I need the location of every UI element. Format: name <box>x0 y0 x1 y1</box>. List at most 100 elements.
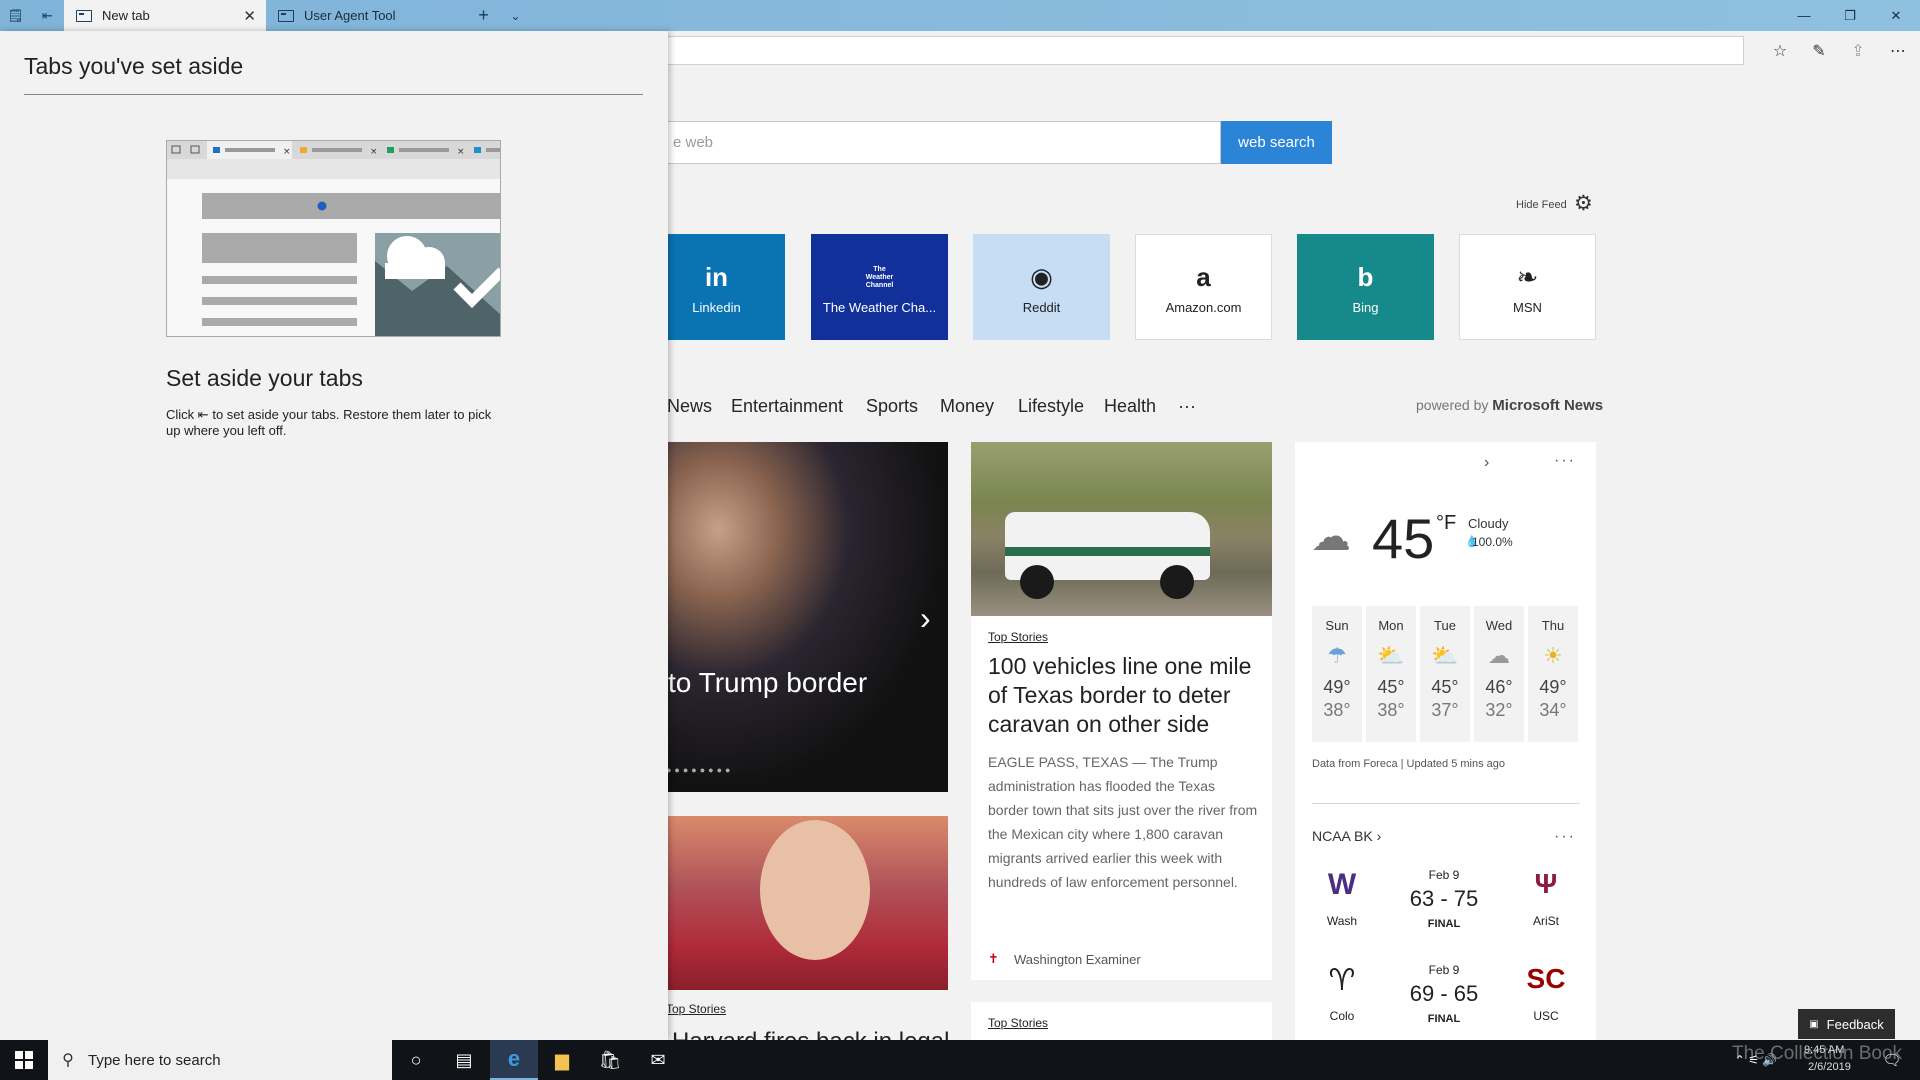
svg-text:×: × <box>457 147 465 157</box>
tab-new-tab[interactable]: New tab ✕ <box>64 0 266 31</box>
web-note-pen-icon[interactable]: ✎ <box>1807 39 1831 63</box>
chevron-right-icon[interactable]: › <box>1484 454 1489 472</box>
site-label: The Weather Cha... <box>822 299 937 315</box>
feedback-icon: ▣ <box>1809 1018 1819 1030</box>
site-label: MSN <box>1513 299 1542 315</box>
mail-icon[interactable]: ✉ <box>634 1040 682 1080</box>
news-category-tab[interactable]: Money <box>940 396 994 417</box>
file-explorer-icon[interactable]: ▆ <box>538 1040 586 1080</box>
web-search-button[interactable]: web search <box>1221 121 1332 164</box>
more-icon[interactable]: ⋯ <box>1886 39 1910 63</box>
hide-feed-link[interactable]: Hide Feed <box>1516 199 1567 211</box>
desc-text: Click <box>166 407 195 422</box>
ncaa-label: NCAA BK <box>1312 828 1373 844</box>
site-logo-icon: b <box>1357 262 1374 292</box>
windows-logo-icon <box>15 1051 33 1069</box>
low-temp: 32° <box>1485 700 1513 720</box>
vehicle-wheel <box>1160 565 1194 599</box>
forecast-day[interactable]: Wed ☁ 46° 32° <box>1474 606 1524 742</box>
svg-text:×: × <box>370 147 378 157</box>
weather-condition: Cloudy <box>1468 516 1509 531</box>
clock-date[interactable]: 2/6/2019 <box>1808 1061 1851 1073</box>
story-image-person <box>760 820 870 960</box>
carousel-dots[interactable]: ●●●●●●●● <box>666 765 734 775</box>
top-site-tile[interactable]: a Amazon.com <box>1135 234 1272 340</box>
news-category-tab[interactable]: Lifestyle <box>1018 396 1084 417</box>
site-logo-icon: a <box>1196 262 1211 292</box>
site-label: Reddit <box>1022 299 1061 315</box>
minimize-icon[interactable]: — <box>1781 0 1827 31</box>
top-site-tile[interactable]: The Weather Channel The Weather Cha... <box>811 234 948 340</box>
taskbar-search-box[interactable]: ⚲ Type here to search <box>48 1040 392 1080</box>
forecast-day[interactable]: Tue ⛅ 45° 37° <box>1420 606 1470 742</box>
top-site-tile[interactable]: ❧ MSN <box>1459 234 1596 340</box>
tabs-aside-icon[interactable]: 🗒 <box>0 0 31 31</box>
forecast-day[interactable]: Thu ☀ 49° 34° <box>1528 606 1578 742</box>
weather-source: Data from Foreca | Updated 5 mins ago <box>1312 758 1506 770</box>
story-category[interactable]: Top Stories <box>988 630 1048 644</box>
set-aside-description: Click ⇤ to set aside your tabs. Restore … <box>166 407 496 439</box>
set-aside-illustration: × × × <box>166 140 501 337</box>
clock-time[interactable]: 9:45 AM <box>1804 1044 1844 1056</box>
web-search-input[interactable]: e web <box>600 121 1221 164</box>
new-tab-favicon-icon <box>76 9 92 22</box>
cloud-icon: ☁ <box>1311 515 1351 559</box>
tab-strip: 🗒 ⇤ New tab ✕ User Agent Tool + ⌄ — ❐ ✕ <box>0 0 1920 31</box>
team-name: AriSt <box>1532 914 1559 928</box>
hero-story-image[interactable] <box>620 442 948 792</box>
restore-icon[interactable]: ❐ <box>1827 0 1873 31</box>
feedback-button[interactable]: ▣ Feedback <box>1798 1009 1895 1039</box>
top-site-tile[interactable]: b Bing <box>1297 234 1434 340</box>
edge-icon[interactable]: e <box>490 1040 538 1080</box>
day-name: Mon <box>1378 618 1404 633</box>
hero-story-title[interactable]: to Trump border <box>668 667 867 699</box>
news-category-tab[interactable]: Health <box>1104 396 1156 417</box>
game-status: FINAL <box>1427 918 1461 930</box>
team-name: Colo <box>1329 1009 1355 1023</box>
news-category-tab[interactable]: Entertainment <box>731 396 843 417</box>
chevron-right-icon[interactable]: › <box>920 600 931 637</box>
cortana-icon[interactable]: ○ <box>392 1040 440 1080</box>
news-category-tab[interactable]: Sports <box>866 396 918 417</box>
set-aside-tabs-icon[interactable]: ⇤ <box>32 0 63 31</box>
site-label: Bing <box>1352 299 1379 315</box>
more-options-icon[interactable]: ··· <box>1554 452 1576 470</box>
story-source[interactable]: Washington Examiner <box>1014 952 1141 967</box>
low-temp: 34° <box>1539 700 1567 720</box>
site-logo-icon: ❧ <box>1516 262 1539 292</box>
more-categories-icon[interactable]: ··· <box>1178 396 1196 417</box>
address-input[interactable] <box>660 36 1744 65</box>
temperature-unit[interactable]: °F <box>1436 512 1456 535</box>
tab-preview-chevron-icon[interactable]: ⌄ <box>500 0 531 31</box>
team-name: USC <box>1533 1009 1559 1023</box>
story-title[interactable]: 100 vehicles line one mile of Texas bord… <box>988 652 1258 739</box>
new-tab-plus-icon[interactable]: + <box>468 0 499 31</box>
start-windows-icon[interactable] <box>0 1040 48 1080</box>
search-icon: ⚲ <box>62 1052 74 1069</box>
story-category[interactable]: Top Stories <box>988 1016 1048 1030</box>
source-logo-icon: ✝ <box>988 951 999 966</box>
story-category[interactable]: Top Stories <box>666 1002 726 1016</box>
news-category-tab[interactable]: News <box>667 396 712 417</box>
more-options-icon[interactable]: ··· <box>1554 828 1576 846</box>
close-tab-icon[interactable]: ✕ <box>243 7 256 25</box>
task-view-icon[interactable]: ▤ <box>440 1040 488 1080</box>
gear-icon[interactable]: ⚙ <box>1574 193 1596 215</box>
vehicle-stripe <box>1005 547 1210 556</box>
story-summary: EAGLE PASS, TEXAS — The Trump administra… <box>988 754 1258 890</box>
store-icon[interactable]: 🛍 <box>586 1040 634 1080</box>
favorites-star-icon[interactable]: ☆ <box>1768 39 1792 63</box>
divider <box>24 94 643 95</box>
close-window-icon[interactable]: ✕ <box>1873 0 1919 31</box>
tab-user-agent-tool[interactable]: User Agent Tool <box>266 0 466 31</box>
forecast-day[interactable]: Sun ☂ 49° 38° <box>1312 606 1362 742</box>
taskbar-search-text: Type here to search <box>88 1051 221 1069</box>
low-temp: 37° <box>1431 700 1459 720</box>
desc-text: to set aside your tabs. Restore them lat… <box>166 407 492 438</box>
share-icon[interactable]: ⇪ <box>1846 39 1870 63</box>
weather-icon: ☁ <box>1488 643 1510 668</box>
top-site-tile[interactable]: ◉ Reddit <box>973 234 1110 340</box>
high-temp: 45° <box>1431 677 1459 697</box>
ncaa-title[interactable]: NCAA BK › <box>1312 828 1381 844</box>
forecast-day[interactable]: Mon ⛅ 45° 38° <box>1366 606 1416 742</box>
